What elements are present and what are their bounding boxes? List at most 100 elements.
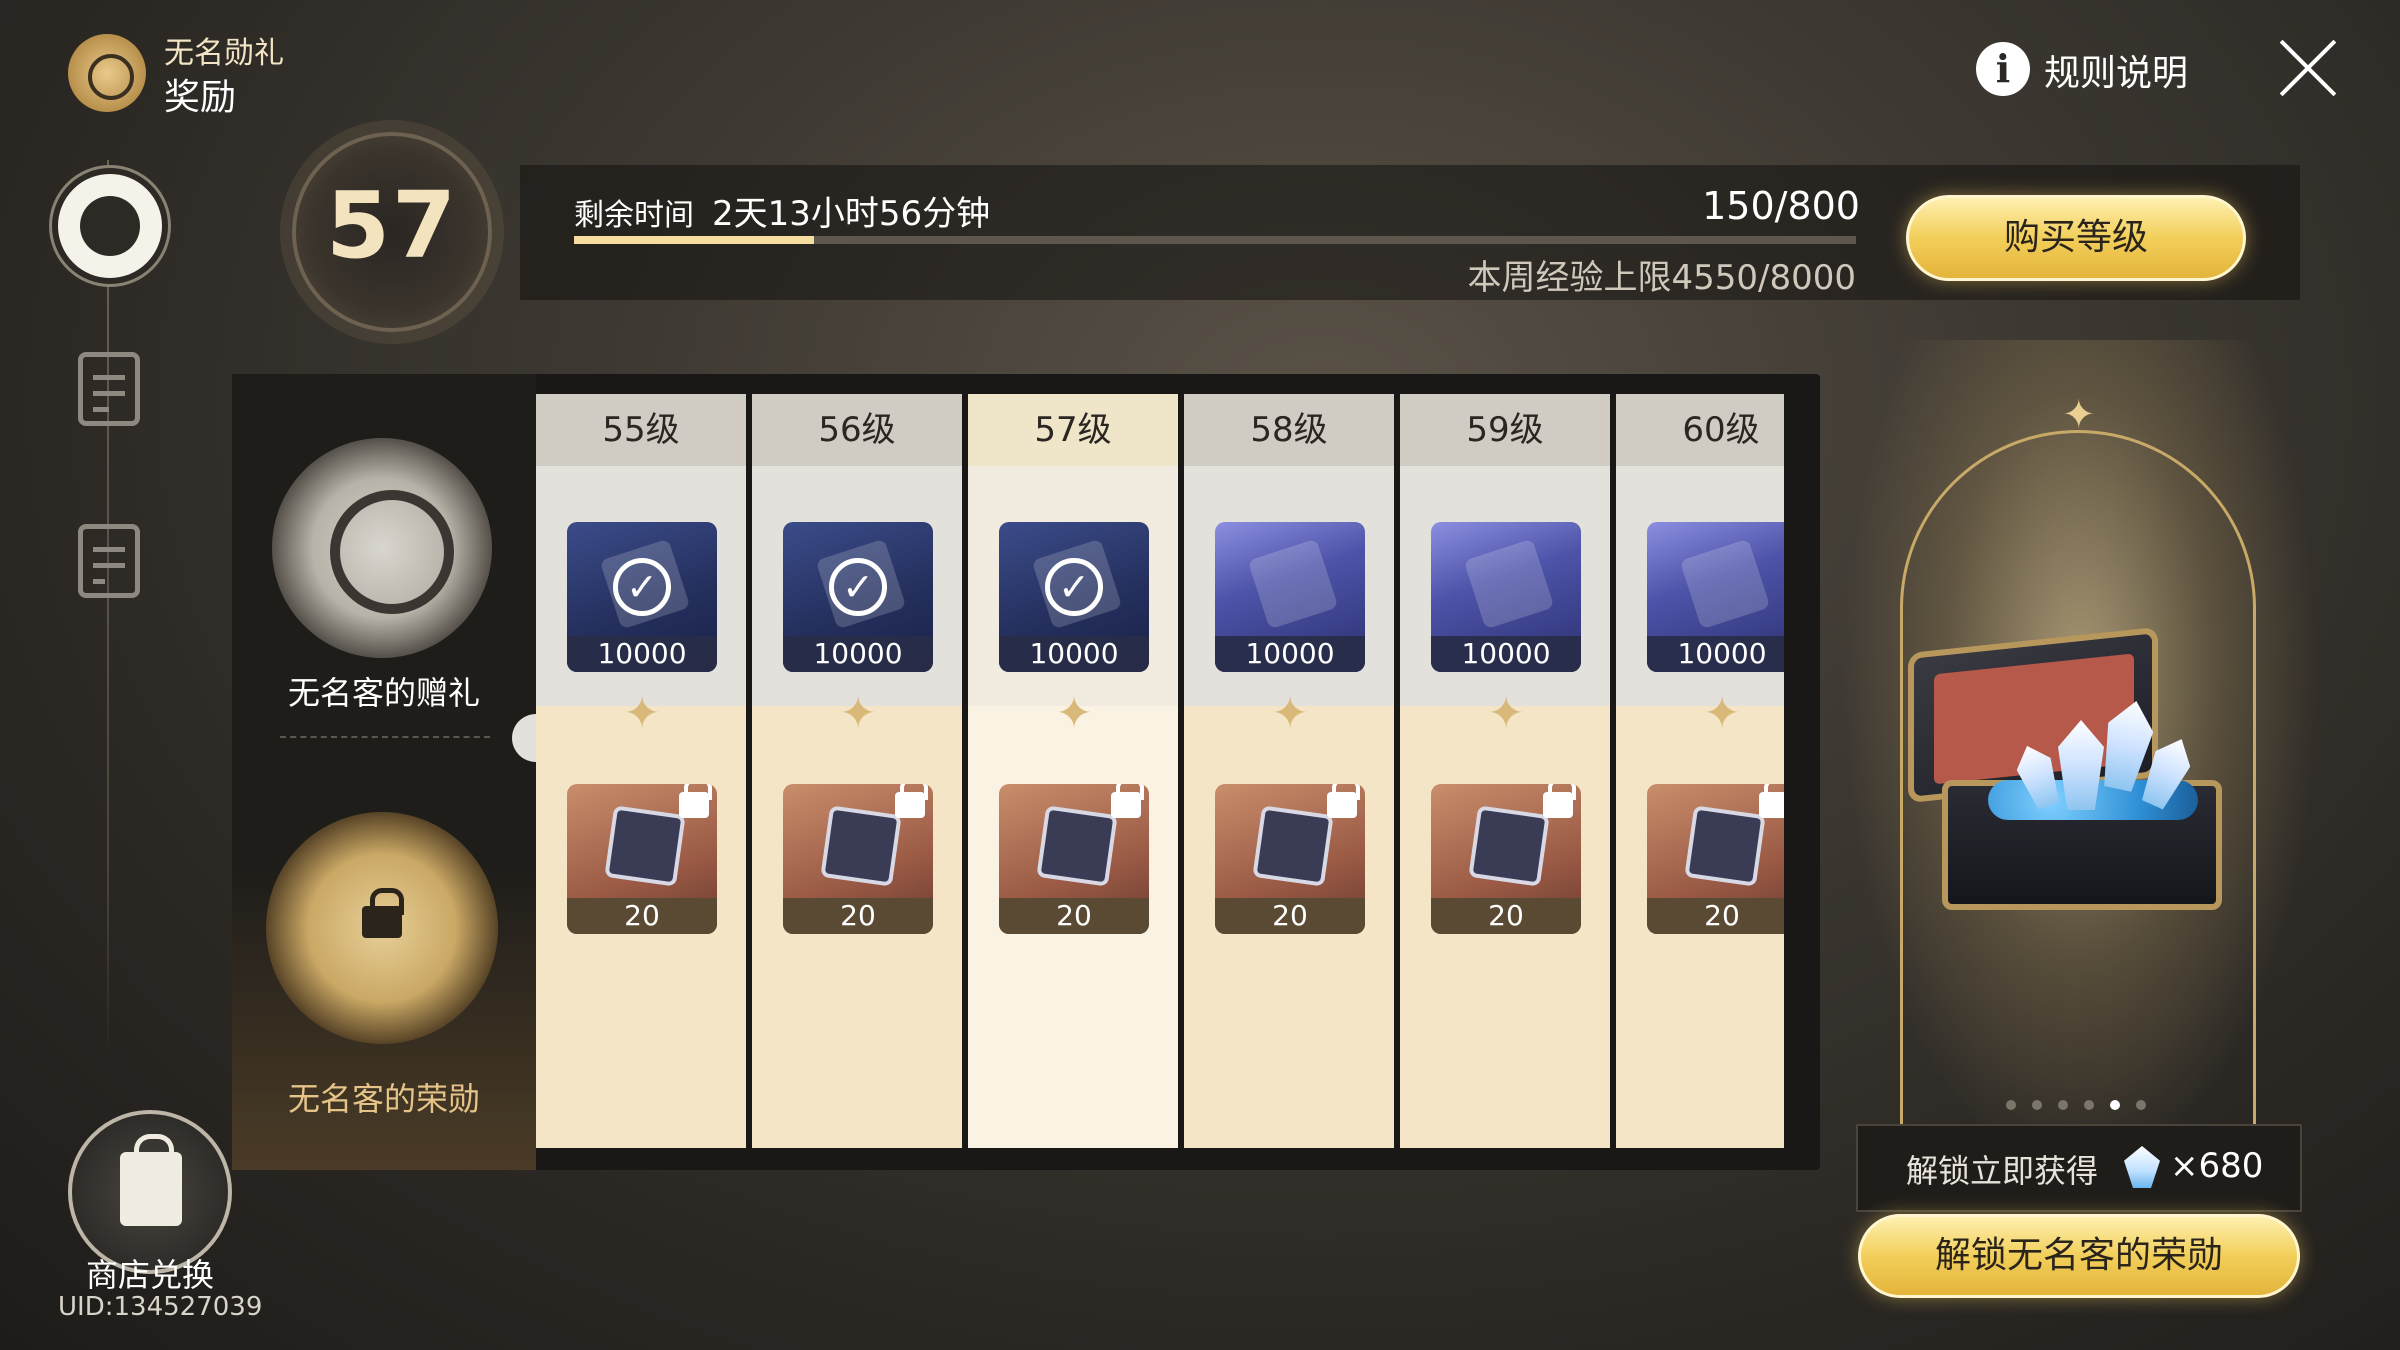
- credits-ticket-item[interactable]: 10000: [1647, 522, 1784, 672]
- lock-icon: [1543, 784, 1576, 818]
- paid-track-emblem-icon: [266, 812, 498, 1044]
- credits-ticket-item[interactable]: 10000: [1215, 522, 1365, 672]
- lock-icon: [1111, 784, 1144, 818]
- emblem-icon: [80, 196, 140, 256]
- treasure-chest-icon[interactable]: [1908, 626, 2248, 920]
- lock-icon: [679, 784, 712, 818]
- close-icon[interactable]: [2276, 36, 2340, 100]
- level-label: 60级: [1616, 394, 1784, 466]
- claimed-check-icon: ✓: [613, 558, 671, 616]
- time-remaining-label: 剩余时间: [574, 198, 694, 233]
- credits-ticket-item[interactable]: ✓ 10000: [999, 522, 1149, 672]
- level-label: 57级: [968, 394, 1178, 466]
- page-subtitle: 无名勋礼: [164, 36, 284, 71]
- level-column[interactable]: 59级 ✦ 10000 20: [1400, 394, 1613, 1148]
- level-number: 57: [325, 172, 459, 279]
- book-art-icon: [604, 805, 686, 887]
- unlock-honor-button[interactable]: 解锁无名客的荣勋: [1858, 1214, 2300, 1298]
- exp-counter: 150/800: [1702, 184, 1860, 228]
- uid-text: UID:134527039: [58, 1292, 263, 1322]
- item-quantity: 10000: [999, 636, 1149, 672]
- book-art-icon: [1684, 805, 1766, 887]
- material-book-item[interactable]: 20: [999, 784, 1149, 934]
- nav-item-missions[interactable]: [78, 352, 140, 426]
- nav-item-details[interactable]: [78, 524, 140, 598]
- star-divider-icon: ✦: [623, 688, 661, 739]
- unlock-reward-text: 解锁立即获得: [1906, 1152, 2099, 1190]
- item-quantity: 20: [567, 898, 717, 934]
- carousel-dot[interactable]: [2110, 1100, 2120, 1110]
- item-quantity: 20: [783, 898, 933, 934]
- item-quantity: 10000: [1647, 636, 1784, 672]
- paid-track-label: 无名客的荣勋: [287, 1080, 480, 1118]
- medal-logo-icon: [68, 34, 146, 112]
- credits-ticket-item[interactable]: ✓ 10000: [783, 522, 933, 672]
- level-label: 59级: [1400, 394, 1610, 466]
- book-art-icon: [1036, 805, 1118, 887]
- lock-icon: [1327, 784, 1360, 818]
- exp-progress-bar: [574, 236, 1856, 244]
- nav-rail: [107, 160, 109, 1060]
- carousel-dots[interactable]: [2006, 1100, 2156, 1112]
- claimed-check-icon: ✓: [829, 558, 887, 616]
- level-label: 58级: [1184, 394, 1394, 466]
- item-quantity: 10000: [567, 636, 717, 672]
- level-label: 55级: [536, 394, 746, 466]
- item-quantity: 20: [999, 898, 1149, 934]
- lock-icon: [895, 784, 928, 818]
- item-quantity: 20: [1215, 898, 1365, 934]
- carousel-dot[interactable]: [2006, 1100, 2016, 1110]
- book-art-icon: [1252, 805, 1334, 887]
- carousel-dot[interactable]: [2058, 1100, 2068, 1110]
- star-divider-icon: ✦: [1271, 688, 1309, 739]
- credits-ticket-item[interactable]: 10000: [1431, 522, 1581, 672]
- item-quantity: 10000: [1431, 636, 1581, 672]
- weekly-exp-cap: 本周经验上限4550/8000: [1467, 258, 1856, 298]
- star-divider-icon: ✦: [1703, 688, 1741, 739]
- page-title: 奖励: [164, 77, 237, 118]
- free-track-emblem-icon: [272, 438, 492, 658]
- level-label: 56级: [752, 394, 962, 466]
- ticket-art-icon: [1463, 538, 1555, 630]
- track-divider: [280, 736, 490, 738]
- nav-item-rewards[interactable]: [52, 168, 168, 284]
- item-quantity: 10000: [1215, 636, 1365, 672]
- level-column[interactable]: 56级 ✦ ✓ 10000 20: [752, 394, 965, 1148]
- lock-icon: [1759, 784, 1784, 818]
- level-column[interactable]: 55级 ✦ ✓ 10000 20: [536, 394, 749, 1148]
- material-book-item[interactable]: 20: [1431, 784, 1581, 934]
- material-book-item[interactable]: 20: [783, 784, 933, 934]
- carousel-dot[interactable]: [2032, 1100, 2042, 1110]
- ticket-art-icon: [1247, 538, 1339, 630]
- star-icon: ✦: [2062, 392, 2096, 438]
- item-quantity: 20: [1431, 898, 1581, 934]
- material-book-item[interactable]: 20: [1647, 784, 1784, 934]
- level-column[interactable]: 57级 ✦ ✓ 10000 20: [968, 394, 1181, 1148]
- unlock-reward-count: ×680: [2170, 1146, 2264, 1186]
- star-divider-icon: ✦: [1055, 688, 1093, 739]
- rules-button[interactable]: 规则说明: [2044, 44, 2188, 96]
- level-column[interactable]: 60级 ✦ 10000 20: [1616, 394, 1784, 1148]
- item-quantity: 10000: [783, 636, 933, 672]
- shop-exchange-label[interactable]: 商店兑换: [60, 1250, 240, 1296]
- material-book-item[interactable]: 20: [1215, 784, 1365, 934]
- book-art-icon: [1468, 805, 1550, 887]
- level-columns[interactable]: 55级 ✦ ✓ 10000 20 56级 ✦ ✓ 10000 20 57级 ✦ ✓ 10000 20 58级 ✦…: [536, 394, 1784, 1148]
- level-column[interactable]: 58级 ✦ 10000 20: [1184, 394, 1397, 1148]
- item-quantity: 20: [1647, 898, 1784, 934]
- book-art-icon: [820, 805, 902, 887]
- carousel-dot[interactable]: [2084, 1100, 2094, 1110]
- shopping-bag-icon: [120, 1134, 182, 1226]
- ticket-art-icon: [1679, 538, 1771, 630]
- info-icon[interactable]: i: [1976, 42, 2030, 96]
- carousel-dot[interactable]: [2136, 1100, 2146, 1110]
- star-divider-icon: ✦: [1487, 688, 1525, 739]
- buy-level-button[interactable]: 购买等级: [1906, 195, 2246, 281]
- exp-progress-fill: [574, 236, 815, 244]
- time-remaining-value: 2天13小时56分钟: [712, 194, 991, 234]
- star-divider-icon: ✦: [839, 688, 877, 739]
- material-book-item[interactable]: 20: [567, 784, 717, 934]
- credits-ticket-item[interactable]: ✓ 10000: [567, 522, 717, 672]
- claimed-check-icon: ✓: [1045, 558, 1103, 616]
- free-track-label: 无名客的赠礼: [287, 674, 480, 712]
